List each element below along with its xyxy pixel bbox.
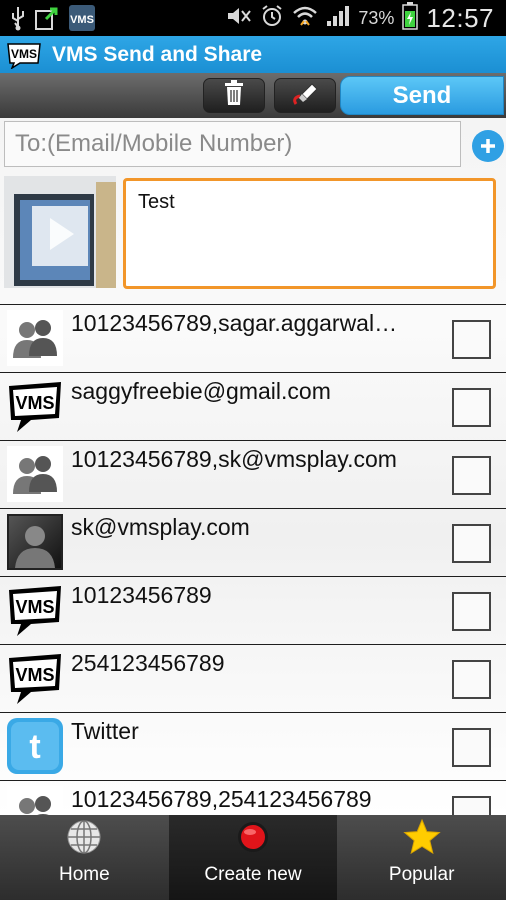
compose-area: Test 10123456789,sagar.aggarwal@gmail.co… [0,118,506,815]
contact-name: 10123456789 [71,582,212,608]
eraser-icon [290,80,320,111]
message-field[interactable]: Test [123,178,496,289]
recent-contacts-list: 10123456789,sagar.aggarwal@gmail.com VMS… [0,304,506,815]
vms-logo-icon: VMS [7,650,63,706]
svg-text:VMS: VMS [15,665,54,685]
download-icon [34,5,60,36]
wifi-icon [292,5,318,32]
contact-name: sk@vmsplay.com [71,514,250,540]
signal-icon [326,5,350,32]
app-title-bar: VMS VMS Send and Share [0,36,506,73]
vms-logo-icon: VMS [6,41,42,70]
contact-checkbox[interactable] [452,320,491,359]
contact-name: 10123456789,sagar.aggarwal@gmail.com [71,310,411,336]
contact-row[interactable]: VMS 254123456789 [0,644,506,712]
clock: 12:57 [426,2,494,33]
bottom-nav: Home Create new Popular [0,815,506,900]
svg-text:VMS: VMS [15,393,54,413]
star-icon [403,818,441,856]
contact-row[interactable]: sk@vmsplay.com [0,508,506,576]
contact-name: 10123456789,sk@vmsplay.com [71,446,397,472]
battery-percent: 73% [358,7,395,28]
contact-checkbox[interactable] [452,388,491,427]
contact-row[interactable]: t Twitter [0,712,506,780]
nav-popular[interactable]: Popular [337,815,506,900]
vms-logo-icon: VMS [7,378,63,434]
edit-tool-button[interactable] [274,78,336,113]
group-icon [7,310,63,366]
person-icon [7,514,63,570]
contact-row[interactable]: 10123456789,254123456789 [0,780,506,815]
usb-icon [10,5,26,36]
delete-button[interactable] [203,78,265,113]
group-icon [7,786,63,815]
group-icon [7,446,63,502]
add-recipient-button[interactable] [472,130,504,162]
contact-checkbox[interactable] [452,524,491,563]
contact-name: saggyfreebie@gmail.com [71,378,331,404]
nav-create-new-label: Create new [204,864,302,885]
vms-logo-icon: VMS [7,582,63,638]
contact-row[interactable]: 10123456789,sagar.aggarwal@gmail.com [0,304,506,372]
status-bar: VMS 73% 12:57 [0,0,506,36]
twitter-icon: t [7,718,63,774]
nav-popular-label: Popular [388,864,455,885]
mute-icon [226,5,252,32]
contact-row[interactable]: 10123456789,sk@vmsplay.com [0,440,506,508]
nav-home-label: Home [58,864,110,885]
battery-icon [402,1,419,35]
recipient-input[interactable] [4,121,461,167]
action-bar: Send [0,73,506,118]
app-title: VMS Send and Share [52,42,263,66]
contact-row[interactable]: VMS 10123456789 [0,576,506,644]
contact-name: 254123456789 [71,650,225,676]
video-thumbnail[interactable] [4,176,116,288]
svg-text:VMS: VMS [11,47,37,61]
svg-text:t: t [29,728,40,766]
contact-checkbox[interactable] [452,592,491,631]
nav-home[interactable]: Home [0,815,169,900]
record-icon [234,818,272,856]
svg-text:VMS: VMS [15,597,54,617]
contact-checkbox[interactable] [452,660,491,699]
contact-name: 10123456789,254123456789 [71,786,372,812]
plus-icon [479,132,497,160]
contact-checkbox[interactable] [452,796,491,815]
vms-app-icon: VMS [68,4,96,37]
nav-create-new[interactable]: Create new [168,815,338,900]
trash-icon [223,80,245,111]
globe-icon [65,818,103,856]
alarm-icon [260,4,284,33]
contact-name: Twitter [71,718,139,744]
contact-row[interactable]: VMS saggyfreebie@gmail.com [0,372,506,440]
contact-checkbox[interactable] [452,728,491,767]
contact-checkbox[interactable] [452,456,491,495]
send-button[interactable]: Send [340,76,504,115]
svg-text:VMS: VMS [70,14,94,26]
